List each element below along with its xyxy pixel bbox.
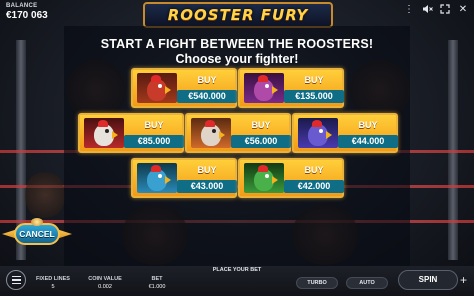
bet-stat[interactable]: BET €1.000 (138, 276, 176, 290)
fighter-portrait (84, 118, 124, 148)
fixed-lines-label: FIXED LINES (36, 276, 70, 282)
auto-button[interactable]: AUTO (346, 277, 388, 289)
coin-value-stat[interactable]: COIN VALUE 0.002 (82, 276, 128, 290)
fighter-price: €540.000 (177, 90, 237, 103)
close-icon[interactable]: ✕ (456, 2, 470, 16)
crowd-rooster (25, 170, 65, 220)
cancel-button[interactable]: CANCEL (2, 218, 72, 250)
fighter-price: €135.000 (284, 90, 344, 103)
menu-icon[interactable] (6, 270, 26, 290)
gem-icon (31, 218, 43, 226)
buy-label: BUY (358, 120, 378, 130)
buy-label: BUY (251, 120, 271, 130)
fullscreen-icon[interactable] (438, 2, 452, 16)
fighter-card-7[interactable]: BUY €42.000 (238, 158, 344, 198)
balance-value: €170 063 (6, 10, 48, 21)
cancel-plate: CANCEL (14, 223, 60, 245)
fixed-lines-stat: FIXED LINES 5 (34, 276, 72, 290)
coin-value-value: 0.002 (98, 284, 112, 290)
fighter-card-2[interactable]: BUY €135.000 (238, 68, 344, 108)
speaker-muted-icon[interactable] (420, 2, 434, 16)
fighter-price: €85.000 (124, 135, 184, 148)
cancel-label: CANCEL (19, 229, 55, 239)
balance-label: BALANCE (6, 3, 38, 9)
game-logo-text: ROOSTER FURY (167, 6, 309, 24)
fighter-card-6[interactable]: BUY €43.000 (131, 158, 237, 198)
buy-label: BUY (144, 120, 164, 130)
fighter-portrait (244, 73, 284, 103)
fighter-portrait (244, 163, 284, 193)
dialog-subtitle: Choose your fighter! (175, 52, 299, 66)
turbo-button[interactable]: TURBO (296, 277, 338, 289)
fighter-portrait (191, 118, 231, 148)
spin-button[interactable]: SPIN (398, 270, 458, 290)
plus-icon[interactable]: + (460, 271, 472, 289)
buy-label: BUY (304, 165, 324, 175)
fighter-card-4[interactable]: BUY €56.000 (185, 113, 291, 153)
game-logo: ROOSTER FURY (143, 2, 333, 28)
fighter-card-5[interactable]: BUY €44.000 (292, 113, 398, 153)
coin-value-label: COIN VALUE (88, 276, 122, 282)
more-vertical-icon[interactable]: ⋮ (402, 2, 416, 16)
fighter-card-3[interactable]: BUY €85.000 (78, 113, 184, 153)
fighter-price: €43.000 (177, 180, 237, 193)
fighter-price: €42.000 (284, 180, 344, 193)
bet-value: €1.000 (148, 284, 166, 290)
fighter-price: €56.000 (231, 135, 291, 148)
buy-label: BUY (197, 75, 217, 85)
fighter-price: €44.000 (338, 135, 398, 148)
fighter-card-1[interactable]: BUY €540.000 (131, 68, 237, 108)
buy-label: BUY (197, 165, 217, 175)
fighter-portrait (137, 73, 177, 103)
fighter-portrait (298, 118, 338, 148)
fixed-lines-value: 5 (51, 284, 55, 290)
bet-label: BET (151, 276, 163, 282)
fighter-portrait (137, 163, 177, 193)
dialog-title: START A FIGHT BETWEEN THE ROOSTERS! (100, 37, 374, 51)
buy-label: BUY (304, 75, 324, 85)
